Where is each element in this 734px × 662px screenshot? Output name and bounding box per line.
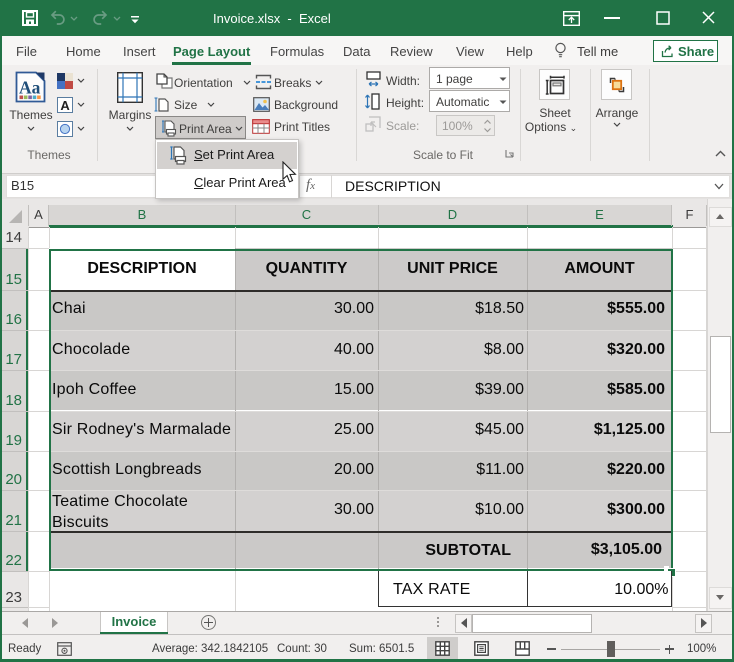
svg-text:A: A — [60, 98, 70, 113]
svg-text:Aa: Aa — [19, 78, 41, 98]
